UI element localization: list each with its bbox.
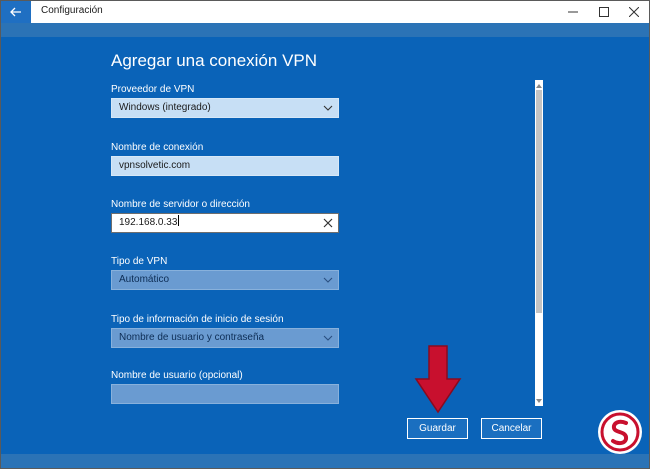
scroll-up-button[interactable] (535, 81, 543, 90)
provider-value: Windows (integrado) (119, 102, 211, 113)
chevron-down-icon (536, 398, 542, 403)
minimize-icon (568, 11, 578, 13)
signin-type-label: Tipo de información de inicio de sesión (111, 314, 284, 325)
back-arrow-icon (10, 7, 21, 17)
connection-name-field[interactable]: vpnsolvetic.com (111, 156, 339, 176)
chevron-down-icon (323, 277, 333, 283)
close-button[interactable] (619, 1, 649, 23)
chevron-up-icon (536, 83, 542, 88)
vpn-type-dropdown[interactable]: Automático (111, 270, 339, 290)
chevron-down-icon (323, 105, 333, 111)
cancel-button[interactable]: Cancelar (481, 418, 542, 439)
scroll-down-button[interactable] (535, 396, 543, 405)
username-label: Nombre de usuario (opcional) (111, 370, 243, 381)
footer-band (1, 454, 649, 468)
username-field[interactable] (111, 384, 339, 404)
vpn-type-label: Tipo de VPN (111, 256, 168, 267)
text-cursor (178, 215, 180, 226)
signin-type-value: Nombre de usuario y contraseña (119, 332, 265, 343)
provider-dropdown[interactable]: Windows (integrado) (111, 98, 339, 118)
clear-x-icon[interactable] (323, 218, 333, 228)
connection-name-value: vpnsolvetic.com (119, 160, 191, 171)
server-label: Nombre de servidor o dirección (111, 199, 250, 210)
signin-type-dropdown[interactable]: Nombre de usuario y contraseña (111, 328, 339, 348)
close-icon (629, 7, 639, 17)
page-title: Agregar una conexión VPN (111, 51, 318, 70)
save-button[interactable]: Guardar (407, 418, 468, 439)
connection-name-label: Nombre de conexión (111, 142, 204, 153)
maximize-icon (599, 7, 609, 17)
down-arrow-annotation (414, 345, 462, 414)
maximize-button[interactable] (589, 1, 619, 23)
watermark-logo (598, 410, 642, 454)
header-band (1, 23, 649, 37)
window-title: Configuración (41, 5, 103, 16)
server-address-value: 192.168.0.33 (119, 217, 178, 228)
title-bar: Configuración (1, 1, 649, 23)
chevron-down-icon (323, 335, 333, 341)
server-address-field[interactable]: 192.168.0.33 (111, 213, 339, 233)
scrollbar-thumb[interactable] (536, 90, 542, 313)
settings-window: Configuración Agregar una conexión VPN P… (0, 0, 650, 469)
provider-label: Proveedor de VPN (111, 84, 195, 95)
back-button[interactable] (1, 1, 31, 23)
vpn-type-value: Automático (119, 274, 170, 285)
minimize-button[interactable] (558, 1, 588, 23)
